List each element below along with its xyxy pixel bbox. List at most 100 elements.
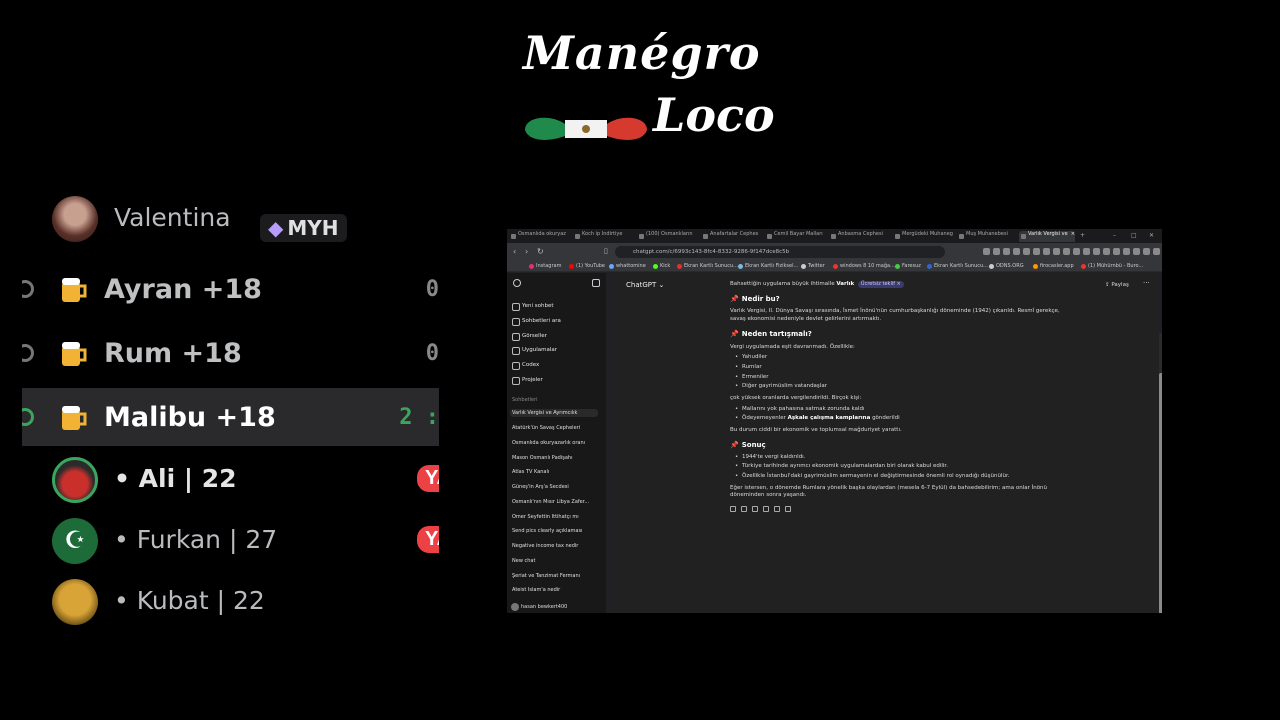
- share-icon[interactable]: [763, 506, 769, 513]
- regenerate-icon[interactable]: [774, 506, 780, 513]
- bookmark-item[interactable]: ODNS.ORG: [989, 263, 1024, 269]
- voice-member-furkan[interactable]: ☪ • Furkan | 27 YAY: [52, 516, 439, 566]
- beer-icon: [62, 342, 87, 366]
- scrollbar-thumb[interactable]: [1159, 373, 1162, 613]
- bookmark-item[interactable]: (1) YouTube: [569, 263, 605, 269]
- chat-item[interactable]: Send pics clearly açıklaması: [512, 528, 600, 534]
- back-icon[interactable]: ‹: [513, 247, 516, 256]
- bookmark-item[interactable]: (1) Mühürnbü - Buro...: [1081, 263, 1143, 269]
- chat-item[interactable]: Şeriat ve Tanzimat Fermanı: [512, 573, 600, 579]
- extension-icon[interactable]: [1003, 248, 1010, 255]
- chat-item[interactable]: Mason Osmanlı Padişahı: [512, 455, 600, 461]
- voice-member-kubat[interactable]: • Kubat | 22: [52, 577, 439, 627]
- extension-icon[interactable]: [1113, 248, 1120, 255]
- extension-icon[interactable]: [1103, 248, 1110, 255]
- extension-icon[interactable]: [993, 248, 1000, 255]
- extension-icon[interactable]: [1013, 248, 1020, 255]
- sidebar-item-images[interactable]: Görseller: [512, 333, 547, 341]
- chat-item[interactable]: Atlas TV Kanalı: [512, 469, 600, 475]
- extension-icon[interactable]: [983, 248, 990, 255]
- sidebar-toggle-icon[interactable]: [592, 279, 600, 287]
- chat-item[interactable]: Ateist İslam'a nedir: [512, 587, 600, 593]
- bookmark-item[interactable]: Faresuz: [895, 263, 921, 269]
- share-button[interactable]: ⇪ Paylaş: [1105, 282, 1129, 288]
- avatar: [52, 196, 98, 242]
- bookmark-item[interactable]: Instagram: [529, 263, 561, 269]
- bookmark-item[interactable]: whattomine: [609, 263, 646, 269]
- reload-icon[interactable]: ↻: [537, 247, 544, 256]
- bookmark-item[interactable]: Ekran Kartlı Sunucu...: [677, 263, 738, 269]
- browser-tab[interactable]: Osmanlıda okuryaz: [509, 231, 571, 242]
- extension-icon[interactable]: [1043, 248, 1050, 255]
- voice-member-top[interactable]: Valentina ◆ MYH: [52, 194, 439, 244]
- browser-tab[interactable]: Cemil Bayar Malları: [765, 231, 827, 242]
- member-name: • Kubat | 22: [114, 586, 265, 615]
- sidebar-user[interactable]: hasan bewkert400: [511, 603, 567, 611]
- close-window-button[interactable]: ✕: [1149, 232, 1154, 239]
- extension-icon[interactable]: [1133, 248, 1140, 255]
- bookmark-item[interactable]: Ekran Kartlı Fiziksel...: [738, 263, 798, 269]
- sidebar-item-new-chat[interactable]: Yeni sohbet: [512, 303, 554, 311]
- chat-item[interactable]: Negative income tax nedir: [512, 543, 600, 549]
- browser-tab-active[interactable]: Varlık Vergisi ve ×: [1019, 231, 1075, 242]
- forward-icon[interactable]: ›: [525, 247, 528, 256]
- browser-tab[interactable]: Koch ip İndirtiye: [573, 231, 635, 242]
- extension-icon[interactable]: [1073, 248, 1080, 255]
- browser-tab[interactable]: Muş Muhanebesi: [957, 231, 1017, 242]
- thumbs-up-icon[interactable]: [741, 506, 747, 513]
- voice-channel-malibu[interactable]: Malibu +18 2 :: [22, 388, 439, 446]
- free-offer-pill[interactable]: Ücretsiz teklif ×: [857, 281, 904, 288]
- extension-icon[interactable]: [1023, 248, 1030, 255]
- voice-channel-ayran[interactable]: Ayran +18 0: [22, 260, 439, 318]
- bookmark-item[interactable]: Twitter: [801, 263, 825, 269]
- chat-item[interactable]: Ömer Seyfettin İttihatçı mı: [512, 514, 600, 520]
- extension-icon[interactable]: [1063, 248, 1070, 255]
- extension-icon[interactable]: [1033, 248, 1040, 255]
- maximize-button[interactable]: □: [1131, 232, 1137, 239]
- close-tab-icon[interactable]: ×: [1071, 231, 1075, 237]
- bookmark-icon[interactable]: ▯: [604, 247, 608, 255]
- more-icon[interactable]: [785, 506, 791, 513]
- thumbs-down-icon[interactable]: [752, 506, 758, 513]
- new-tab-button[interactable]: +: [1080, 232, 1085, 239]
- bookmark-item[interactable]: Kick: [653, 263, 670, 269]
- extension-icon[interactable]: [1053, 248, 1060, 255]
- chat-item[interactable]: Osmanlıda okuryazarlık oranı: [512, 440, 600, 446]
- extension-icon[interactable]: [1123, 248, 1130, 255]
- extension-icon[interactable]: [1093, 248, 1100, 255]
- copy-icon[interactable]: [730, 506, 736, 513]
- bookmark-item[interactable]: firocasler.app: [1033, 263, 1074, 269]
- openai-logo-icon[interactable]: [513, 279, 521, 287]
- extension-icon[interactable]: [1153, 248, 1160, 255]
- scrollbar[interactable]: [1159, 333, 1162, 613]
- model-selector[interactable]: ChatGPT ⌄: [626, 281, 664, 289]
- browser-tab[interactable]: (100) Osmanlıların: [637, 231, 699, 242]
- chat-item[interactable]: Osmanlı'nın Mısır Libya Zafer...: [512, 499, 600, 505]
- sidebar-item-projects[interactable]: Projeler: [512, 377, 543, 385]
- voice-channel-rum[interactable]: Rum +18 0: [22, 324, 439, 382]
- chat-item[interactable]: Güneş'in Arş'a Secdesi: [512, 484, 600, 490]
- extension-icon[interactable]: [1143, 248, 1150, 255]
- voice-member-ali[interactable]: • Ali | 22 YAY: [52, 455, 439, 505]
- chat-item[interactable]: New chat: [512, 558, 600, 564]
- chat-item-active[interactable]: Varlık Vergisi ve Ayrımcılık: [510, 409, 598, 417]
- sidebar-item-search[interactable]: Sohbetleri ara: [512, 318, 561, 326]
- more-options-button[interactable]: ···: [1143, 279, 1150, 287]
- extension-icon[interactable]: [1083, 248, 1090, 255]
- sidebar-item-apps[interactable]: Uygulamalar: [512, 347, 557, 355]
- live-badge: YAY: [417, 526, 439, 553]
- browser-tab[interactable]: Mergüdeki Muhaneg: [893, 231, 955, 242]
- list-item: Türkiye tarihinde ayrımcı ekonomik uygul…: [735, 463, 1060, 471]
- bookmark-item[interactable]: Ekran Kartlı Sunucu...: [927, 263, 988, 269]
- list-item: Ermeniler: [735, 374, 1060, 382]
- browser-tab[interactable]: Anbasma Cephesi: [829, 231, 891, 242]
- bookmark-item[interactable]: windows 8 10 mağa...: [833, 263, 895, 269]
- minimize-button[interactable]: –: [1113, 232, 1116, 239]
- speaker-icon: [22, 280, 34, 298]
- section-heading: 📌 Nedir bu?: [730, 294, 780, 303]
- address-bar[interactable]: chatgpt.com/c/6993c143-8fc4-8332-9286-9f…: [615, 246, 945, 258]
- sidebar-item-codex[interactable]: Codex: [512, 362, 539, 370]
- chat-item[interactable]: Atatürk'ün Savaş Cepheleri: [512, 425, 600, 431]
- bullet-list: 1944'te vergi kaldırıldı. Türkiye tarihi…: [730, 454, 1060, 481]
- browser-tab[interactable]: Anafartalar Cephes: [701, 231, 763, 242]
